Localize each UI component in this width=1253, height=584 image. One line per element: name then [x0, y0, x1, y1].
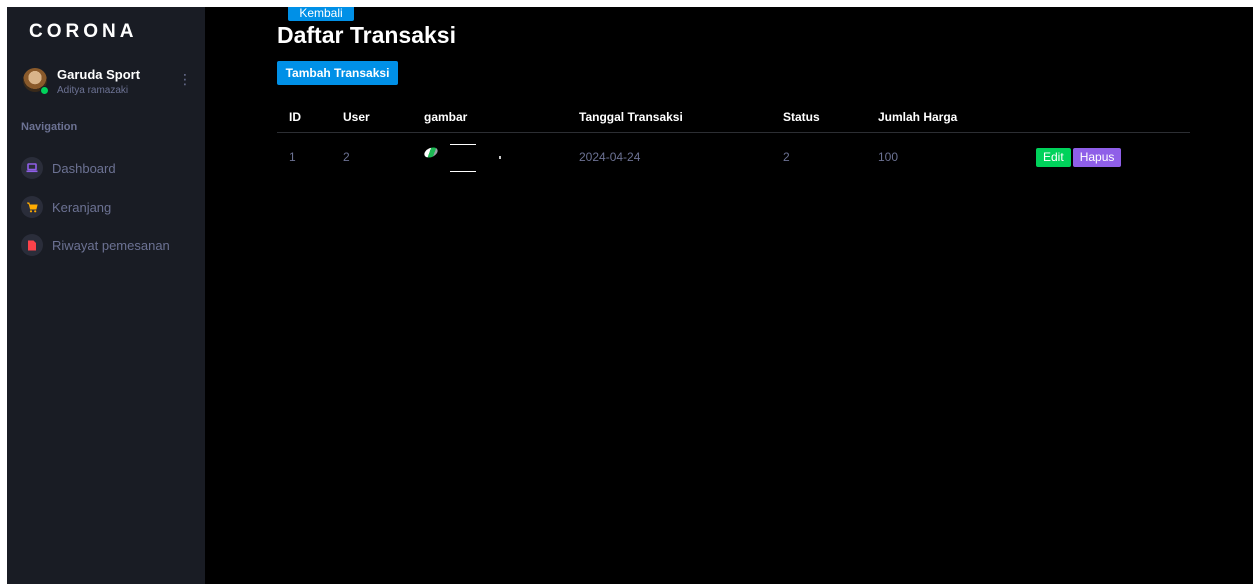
cell-tanggal: 2024-04-24 — [579, 150, 641, 164]
table-row: 1 2 2024-04-24 2 100 Edit Hapus — [277, 133, 1190, 182]
sidebar-item-riwayat-pemesanan[interactable]: Riwayat pemesanan — [21, 232, 201, 258]
app-frame: CORONA Garuda Sport Aditya ramazaki ⋮ Na… — [7, 7, 1253, 584]
back-button[interactable]: Kembali — [288, 7, 354, 21]
main-content: Kembali Daftar Transaksi Tambah Transaks… — [205, 7, 1253, 584]
sidebar: CORONA Garuda Sport Aditya ramazaki ⋮ Na… — [7, 7, 205, 584]
image-frame — [450, 144, 476, 172]
sidebar-item-dashboard[interactable]: Dashboard — [21, 155, 201, 181]
cell-id: 1 — [289, 150, 296, 164]
product-thumbnail-icon — [422, 145, 440, 160]
image-artifact — [499, 156, 501, 159]
column-header-user: User — [331, 102, 412, 133]
sidebar-item-keranjang[interactable]: Keranjang — [21, 194, 201, 220]
online-status-icon — [40, 86, 49, 95]
edit-button[interactable]: Edit — [1036, 147, 1071, 167]
profile-subtitle: Aditya ramazaki — [57, 85, 129, 96]
cell-user: 2 — [343, 150, 350, 164]
document-icon — [21, 234, 43, 256]
laptop-icon — [21, 157, 43, 179]
brand-logo[interactable]: CORONA — [29, 21, 137, 43]
column-header-gambar: gambar — [412, 102, 567, 133]
profile-menu-icon[interactable]: ⋮ — [178, 71, 192, 88]
sidebar-item-label: Riwayat pemesanan — [52, 237, 170, 253]
column-header-tanggal: Tanggal Transaksi — [567, 102, 771, 133]
sidebar-item-label: Keranjang — [52, 199, 112, 215]
cell-gambar — [412, 133, 567, 182]
page-title: Daftar Transaksi — [277, 22, 456, 48]
column-header-actions — [1024, 102, 1190, 133]
profile-name: Garuda Sport — [57, 67, 141, 82]
transactions-table: ID User gambar Tanggal Transaksi Status … — [277, 102, 1190, 181]
column-header-id: ID — [277, 102, 331, 133]
transaction-image — [422, 142, 567, 172]
cell-jumlah-harga: 100 — [878, 150, 899, 164]
column-header-jumlah-harga: Jumlah Harga — [866, 102, 1024, 133]
nav-section-title: Navigation — [21, 121, 78, 133]
cell-status: 2 — [783, 150, 790, 164]
column-header-status: Status — [771, 102, 866, 133]
add-transaction-button[interactable]: Tambah Transaksi — [277, 61, 398, 85]
user-profile: Garuda Sport Aditya ramazaki ⋮ — [23, 65, 193, 101]
delete-button[interactable]: Hapus — [1072, 147, 1122, 167]
table-header-row: ID User gambar Tanggal Transaksi Status … — [277, 102, 1190, 133]
cart-icon — [21, 196, 43, 218]
sidebar-item-label: Dashboard — [52, 160, 116, 176]
cell-actions: Edit Hapus — [1024, 133, 1190, 182]
